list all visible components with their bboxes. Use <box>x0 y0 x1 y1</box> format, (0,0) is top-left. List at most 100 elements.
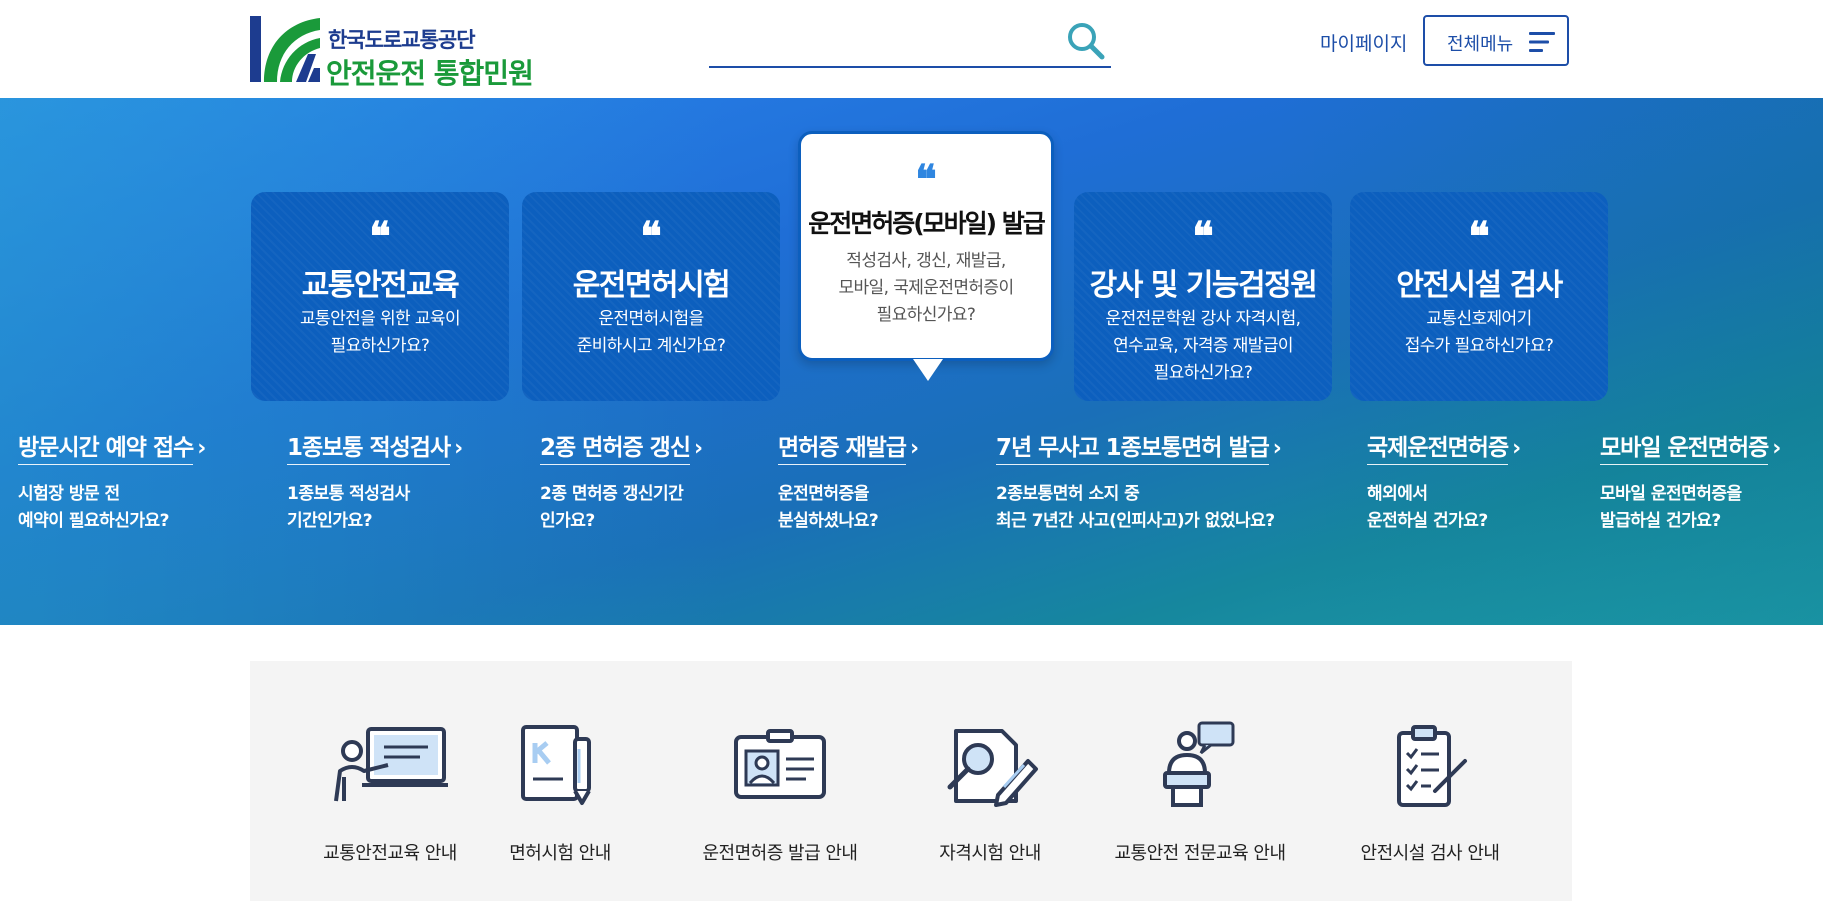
all-menu-label: 전체메뉴 <box>1447 34 1514 55</box>
quicklink-class2-renewal[interactable]: 2종 면허증 갱신 › 2종 면허증 갱신기간 인가요? <box>540 428 703 535</box>
quicklink-7year-accident-free[interactable]: 7년 무사고 1종보통면허 발급 › 2종보통면허 소지 중 최근 7년간 사고(… <box>996 428 1282 535</box>
guide-item-professional-education[interactable]: 교통안전 전문교육 안내 <box>1100 721 1300 865</box>
card-instructor-examiner[interactable]: ❝ 강사 및 기능검정원 운전전문학원 강사 자격시험, 연수교육, 자격증 재… <box>1074 192 1332 401</box>
card-description: 운전면허시험을 준비하시고 계신가요? <box>530 306 772 360</box>
guide-item-label: 교통안전교육 안내 <box>323 843 457 864</box>
guide-panel: 교통안전교육 안내 면허시험 안내 운전면허증 발급 안내 자격시험 안내 교통… <box>250 661 1572 901</box>
quicklink-desc-line: 예약이 필요하신가요? <box>18 511 170 531</box>
quicklink-title: 7년 무사고 1종보통면허 발급 <box>996 428 1270 465</box>
mypage-link[interactable]: 마이페이지 <box>1320 29 1407 56</box>
quicklink-description: 해외에서 운전하실 건가요? <box>1367 481 1521 535</box>
hamburger-menu-icon <box>1529 32 1555 52</box>
card-desc-line: 연수교육, 자격증 재발급이 <box>1113 336 1293 356</box>
chevron-right-icon: › <box>1772 436 1782 461</box>
guide-item-license-exam[interactable]: 면허시험 안내 <box>490 721 630 865</box>
guide-item-license-issuance[interactable]: 운전면허증 발급 안내 <box>680 721 880 865</box>
quicklink-description: 운전면허증을 분실하셨나요? <box>778 481 919 535</box>
guide-item-qualification-exam[interactable]: 자격시험 안내 <box>915 721 1065 865</box>
quicklink-description: 1종보통 적성검사 기간인가요? <box>287 481 463 535</box>
quicklink-desc-line: 발급하실 건가요? <box>1600 511 1721 531</box>
quicklink-title: 면허증 재발급 <box>778 428 907 465</box>
quicklink-desc-line: 인가요? <box>540 511 595 531</box>
logo-mark-icon <box>250 16 320 82</box>
search-input[interactable] <box>709 20 1053 62</box>
quicklink-description: 모바일 운전면허증을 발급하실 건가요? <box>1600 481 1781 535</box>
search-icon[interactable] <box>1065 20 1107 62</box>
site-logo[interactable]: 한국도로교통공단 안전운전 통합민원 <box>250 14 550 90</box>
card-license-issuance-active[interactable]: ❝ 운전면허증(모바일) 발급 적성검사, 갱신, 재발급, 모바일, 국제운전… <box>798 131 1054 361</box>
card-safety-facility-inspection[interactable]: ❝ 안전시설 검사 교통신호제어기 접수가 필요하신가요? <box>1350 192 1608 401</box>
card-description: 교통안전을 위한 교육이 필요하신가요? <box>259 306 501 360</box>
quicklink-desc-line: 해외에서 <box>1367 484 1428 504</box>
chevron-right-icon: › <box>454 436 464 461</box>
card-title: 교통안전교육 <box>301 268 460 303</box>
quote-icon: ❝ <box>915 156 937 203</box>
quote-icon: ❝ <box>369 213 391 260</box>
quote-icon: ❝ <box>1192 213 1214 260</box>
guide-item-label: 자격시험 안내 <box>939 843 1041 864</box>
card-desc-line: 필요하신가요? <box>876 305 976 325</box>
card-license-exam[interactable]: ❝ 운전면허시험 운전면허시험을 준비하시고 계신가요? <box>522 192 780 401</box>
quicklink-description: 2종 면허증 갱신기간 인가요? <box>540 481 703 535</box>
quicklink-license-reissue[interactable]: 면허증 재발급 › 운전면허증을 분실하셨나요? <box>778 428 919 535</box>
quicklink-title: 1종보통 적성검사 <box>287 428 451 465</box>
quicklink-desc-line: 시험장 방문 전 <box>18 484 120 504</box>
quicklink-desc-line: 기간인가요? <box>287 511 373 531</box>
quicklink-visit-reservation[interactable]: 방문시간 예약 접수 › 시험장 방문 전 예약이 필요하신가요? <box>18 428 206 535</box>
card-desc-line: 필요하신가요? <box>330 336 430 356</box>
quicklink-desc-line: 모바일 운전면허증을 <box>1600 484 1742 504</box>
card-desc-line: 교통안전을 위한 교육이 <box>299 309 461 329</box>
quicklink-title: 국제운전면허증 <box>1367 428 1509 465</box>
card-desc-line: 모바일, 국제운전면허증이 <box>838 278 1014 298</box>
card-description: 교통신호제어기 접수가 필요하신가요? <box>1358 306 1600 360</box>
quicklink-title: 방문시간 예약 접수 <box>18 428 194 465</box>
quicklink-mobile-license[interactable]: 모바일 운전면허증 › 모바일 운전면허증을 발급하실 건가요? <box>1600 428 1781 535</box>
guide-item-label: 면허시험 안내 <box>509 843 611 864</box>
chevron-right-icon: › <box>909 436 920 461</box>
guide-item-label: 교통안전 전문교육 안내 <box>1114 843 1286 864</box>
exam-search-icon <box>947 729 1038 807</box>
chevron-right-icon: › <box>197 436 207 461</box>
card-description: 적성검사, 갱신, 재발급, 모바일, 국제운전면허증이 필요하신가요? <box>809 248 1043 329</box>
quicklink-desc-line: 2종보통면허 소지 중 <box>996 484 1140 504</box>
guide-item-label: 안전시설 검사 안내 <box>1360 843 1500 864</box>
quote-icon: ❝ <box>1468 213 1490 260</box>
org-name: 한국도로교통공단 <box>328 28 476 52</box>
card-desc-line: 운전전문학원 강사 자격시험, <box>1105 309 1302 329</box>
quote-icon: ❝ <box>640 213 662 260</box>
card-title: 안전시설 검사 <box>1396 268 1563 303</box>
card-title: 운전면허증(모바일) 발급 <box>808 209 1046 238</box>
guide-item-safety-facility[interactable]: 안전시설 검사 안내 <box>1345 721 1515 865</box>
quicklink-title: 모바일 운전면허증 <box>1600 428 1769 465</box>
card-desc-line: 접수가 필요하신가요? <box>1404 336 1554 356</box>
site-header: 한국도로교통공단 안전운전 통합민원 마이페이지 전체메뉴 <box>0 0 1823 98</box>
hero-section: ❝ 교통안전교육 교통안전을 위한 교육이 필요하신가요? ❝ 운전면허시험 운… <box>0 98 1823 625</box>
all-menu-button[interactable]: 전체메뉴 <box>1423 15 1569 66</box>
card-traffic-safety-education[interactable]: ❝ 교통안전교육 교통안전을 위한 교육이 필요하신가요? <box>251 192 509 401</box>
guide-item-label: 운전면허증 발급 안내 <box>702 843 858 864</box>
card-title: 운전면허시험 <box>572 268 731 303</box>
card-desc-line: 운전면허시험을 <box>598 309 704 329</box>
chevron-right-icon: › <box>693 436 704 461</box>
quicklink-desc-line: 최근 7년간 사고(인피사고)가 없었나요? <box>996 511 1275 531</box>
quicklink-desc-line: 운전면허증을 <box>778 484 869 504</box>
search-bar <box>709 16 1111 68</box>
quicklink-description: 시험장 방문 전 예약이 필요하신가요? <box>18 481 206 535</box>
guide-item-traffic-education[interactable]: 교통안전교육 안내 <box>300 721 480 865</box>
presentation-icon <box>334 727 448 802</box>
quicklink-international-license[interactable]: 국제운전면허증 › 해외에서 운전하실 건가요? <box>1367 428 1521 535</box>
quicklink-description: 2종보통면허 소지 중 최근 7년간 사고(인피사고)가 없었나요? <box>996 481 1282 535</box>
lecturer-icon <box>1163 721 1235 807</box>
card-desc-line: 적성검사, 갱신, 재발급, <box>846 251 1006 271</box>
quicklink-desc-line: 분실하셨나요? <box>778 511 879 531</box>
card-desc-line: 준비하시고 계신가요? <box>576 336 726 356</box>
quicklink-desc-line: 2종 면허증 갱신기간 <box>540 484 684 504</box>
quicklink-title: 2종 면허증 갱신 <box>540 428 691 465</box>
quicklink-desc-line: 1종보통 적성검사 <box>287 484 410 504</box>
chevron-right-icon: › <box>1272 436 1282 461</box>
quicklink-class1-aptitude-test[interactable]: 1종보통 적성검사 › 1종보통 적성검사 기간인가요? <box>287 428 463 535</box>
active-card-pointer <box>913 359 943 381</box>
card-title: 강사 및 기능검정원 <box>1089 268 1318 303</box>
card-description: 운전전문학원 강사 자격시험, 연수교육, 자격증 재발급이 필요하신가요? <box>1082 306 1324 387</box>
id-card-icon <box>734 729 826 799</box>
